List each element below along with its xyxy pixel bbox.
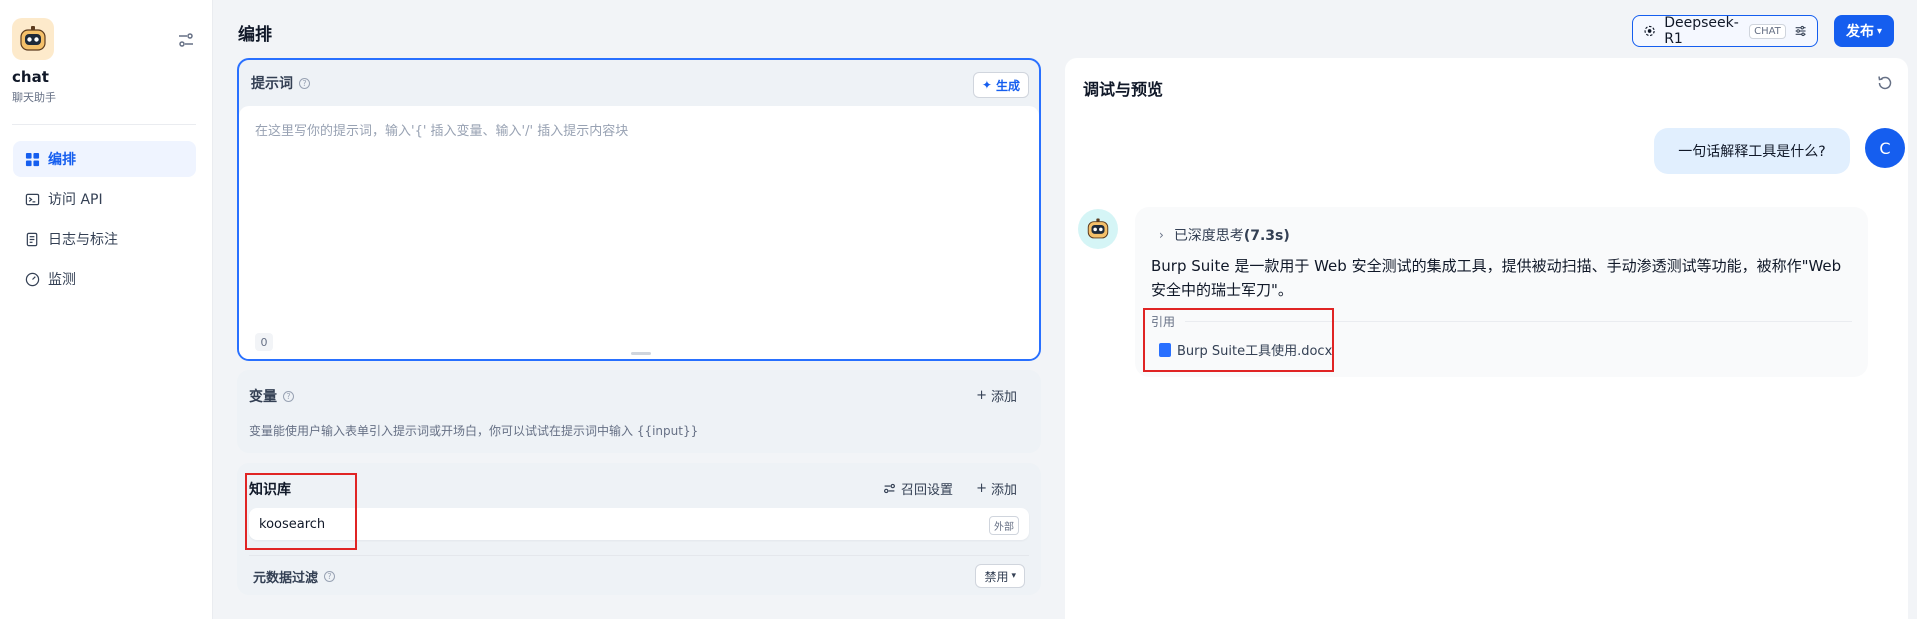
user-avatar: C: [1865, 128, 1905, 168]
prompt-placeholder: 在这里写你的提示词，输入'{' 插入变量、输入'/' 插入提示内容块: [255, 124, 629, 139]
sidebar-item-label: 访问 API: [48, 192, 103, 208]
think-time: (7.3s): [1243, 228, 1290, 244]
sidebar-item-orchestrate[interactable]: 编排: [13, 141, 196, 177]
add-variable-button[interactable]: + 添加: [976, 386, 1017, 405]
metadata-filter-title: 元数据过滤 ?: [253, 567, 336, 586]
model-selector-button[interactable]: Deepseek-R1 CHAT: [1632, 15, 1818, 47]
app-header: chat 聊天助手: [12, 18, 202, 105]
plus-icon: +: [976, 481, 987, 496]
sidebar-item-logs[interactable]: 日志与标注: [13, 221, 196, 257]
knowledge-divider: [249, 555, 1029, 556]
chevron-down-icon: ▾: [1876, 25, 1883, 37]
user-message-bubble: 一句话解释工具是什么?: [1654, 128, 1850, 174]
sliders-icon: [1795, 25, 1806, 37]
sidebar: chat 聊天助手 编排 访问 API 日志与标注 监测: [0, 0, 213, 619]
publish-button[interactable]: 发布 ▾: [1834, 15, 1894, 47]
sidebar-nav: 编排 访问 API 日志与标注 监测: [13, 141, 196, 301]
sidebar-item-label: 日志与标注: [48, 232, 118, 248]
deep-think-toggle[interactable]: › 已深度思考(7.3s): [1159, 225, 1290, 245]
prompt-header: 提示词 ?: [239, 60, 1039, 106]
think-label: 已深度思考: [1173, 228, 1244, 244]
preview-title: 调试与预览: [1083, 80, 1164, 99]
variables-panel: 变量 ? + 添加 变量能使用户输入表单引入提示词或开场白，你可以试试在提示词中…: [237, 370, 1041, 453]
document-list-icon: [26, 232, 38, 246]
variables-description: 变量能使用户输入表单引入提示词或开场白，你可以试试在提示词中输入 {{input…: [249, 424, 699, 438]
chevron-right-icon: ›: [1159, 228, 1164, 242]
help-icon[interactable]: ?: [324, 571, 336, 582]
knowledge-panel: 知识库 召回设置 + 添加 koosearch 外部 元数据过滤 ? 禁用 ▾: [237, 463, 1041, 595]
external-badge: 外部: [989, 516, 1019, 535]
settings-sliders-icon[interactable]: [176, 30, 196, 50]
sparkle-icon: ✦: [981, 78, 992, 92]
help-icon[interactable]: ?: [283, 390, 294, 402]
sidebar-item-monitor[interactable]: 监测: [13, 261, 196, 297]
add-knowledge-button[interactable]: + 添加: [976, 479, 1017, 498]
grid-icon: [25, 152, 40, 166]
prompt-title: 提示词: [251, 76, 293, 92]
char-count: 0: [255, 333, 273, 351]
highlight-box-citation: [1143, 308, 1334, 372]
chevron-down-icon: ▾: [1011, 571, 1016, 581]
sidebar-item-label: 编排: [48, 152, 76, 168]
plus-icon: +: [976, 388, 987, 403]
bot-answer-text: Burp Suite 是一款用于 Web 安全测试的集成工具，提供被动扫描、手动…: [1151, 257, 1842, 299]
app-name: chat: [12, 68, 49, 86]
terminal-icon: [25, 193, 40, 205]
sidebar-item-api[interactable]: 访问 API: [13, 181, 196, 217]
publish-label: 发布: [1845, 24, 1874, 40]
page-title: 编排: [238, 25, 272, 45]
prompt-textarea[interactable]: 在这里写你的提示词，输入'{' 插入变量、输入'/' 插入提示内容块 0: [239, 106, 1039, 359]
app-avatar[interactable]: [12, 18, 54, 60]
metadata-filter-value: 禁用: [984, 569, 1009, 584]
add-label: 添加: [990, 390, 1017, 405]
sidebar-item-label: 监测: [48, 272, 76, 288]
model-name: Deepseek-R1: [1664, 15, 1739, 47]
gauge-icon: [25, 272, 40, 286]
settings-sliders-icon: [884, 483, 895, 494]
app-subtitle: 聊天助手: [12, 91, 56, 104]
recall-settings-button[interactable]: 召回设置: [883, 479, 953, 498]
prompt-panel: 提示词 ? ✦ 生成 在这里写你的提示词，输入'{' 插入变量、输入'/' 插入…: [237, 58, 1041, 361]
metadata-filter-label: 元数据过滤: [253, 571, 319, 586]
highlight-box-knowledge: [245, 473, 357, 550]
robot-icon: [1087, 218, 1109, 239]
robot-icon: [20, 26, 46, 51]
model-icon: [1644, 25, 1655, 37]
sidebar-divider: [12, 124, 196, 125]
resize-handle[interactable]: [631, 352, 651, 355]
variables-title-text: 变量: [249, 389, 277, 405]
model-type-badge: CHAT: [1749, 23, 1786, 39]
generate-button[interactable]: ✦ 生成: [972, 72, 1029, 98]
refresh-icon[interactable]: [1876, 74, 1894, 92]
generate-label: 生成: [995, 78, 1020, 93]
variables-title: 变量 ?: [249, 386, 294, 406]
help-icon[interactable]: ?: [299, 77, 310, 89]
recall-label: 召回设置: [900, 483, 953, 498]
knowledge-item[interactable]: koosearch 外部: [249, 508, 1029, 540]
add-label: 添加: [990, 483, 1017, 498]
bot-avatar: [1078, 209, 1118, 249]
metadata-filter-select[interactable]: 禁用 ▾: [975, 564, 1025, 588]
